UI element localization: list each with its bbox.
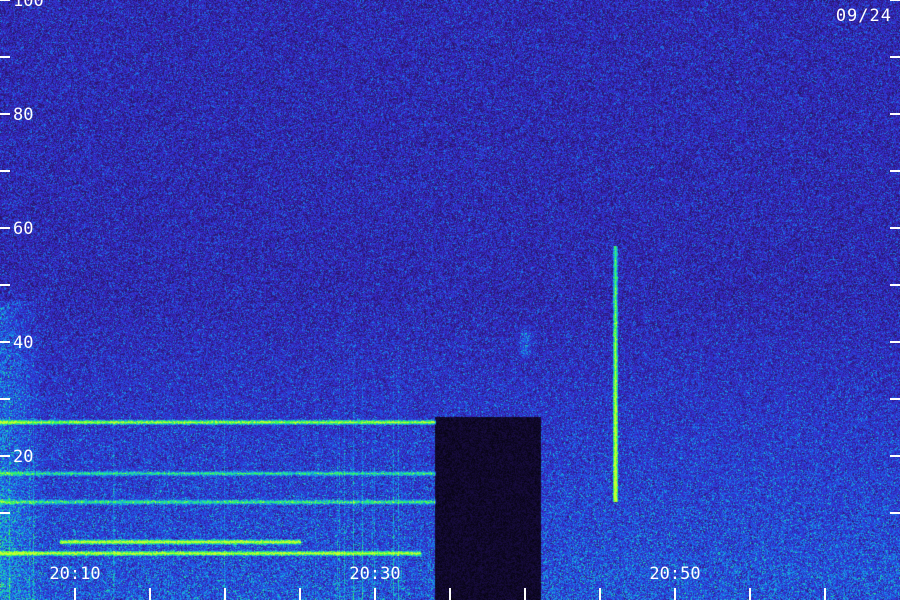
- spectrogram-chart: 100 80 60 40 20 20:10 20:30 20:50 09/24: [0, 0, 900, 600]
- y-tick-label: 60: [13, 219, 33, 239]
- axis-overlay: 100 80 60 40 20 20:10 20:30 20:50: [0, 0, 900, 600]
- y-tick-label: 100: [13, 0, 44, 11]
- x-tick-label: 20:10: [49, 564, 100, 584]
- y-tick-label: 80: [13, 105, 33, 125]
- y-tick-label: 40: [13, 333, 33, 353]
- x-tick-label: 20:50: [649, 564, 700, 584]
- date-label: 09/24: [835, 6, 892, 26]
- x-tick-label: 20:30: [349, 564, 400, 584]
- y-tick-label: 20: [13, 447, 33, 467]
